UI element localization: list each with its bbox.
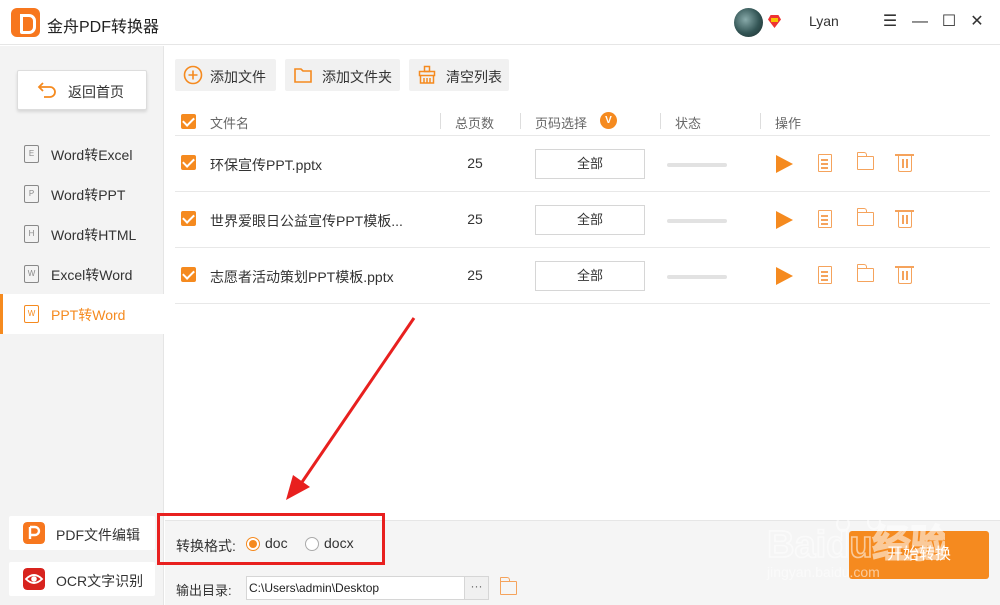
- ppt-file-icon: P: [24, 185, 39, 203]
- add-file-label: 添加文件: [210, 69, 266, 85]
- sidebar-item-label: Word转Excel: [51, 147, 133, 163]
- table-header: 文件名 总页数 页码选择 V 状态 操作: [175, 108, 990, 136]
- document-icon[interactable]: [818, 210, 832, 228]
- file-name: 环保宣传PPT.pptx: [210, 157, 323, 173]
- select-all-checkbox[interactable]: [181, 114, 196, 129]
- row-checkbox[interactable]: [181, 267, 196, 282]
- row-checkbox[interactable]: [181, 211, 196, 226]
- sidebar-item-label: Excel转Word: [51, 267, 133, 283]
- page-range-select[interactable]: 全部: [535, 205, 645, 235]
- table-row: 环保宣传PPT.pptx 25 全部: [175, 136, 990, 192]
- row-checkbox[interactable]: [181, 155, 196, 170]
- html-file-icon: H: [24, 225, 39, 243]
- username[interactable]: Lyan: [809, 13, 839, 29]
- ocr-button[interactable]: OCR文字识别: [9, 562, 155, 596]
- pdf-edit-label: PDF文件编辑: [56, 527, 140, 543]
- header-status: 状态: [675, 116, 702, 131]
- output-dir-field[interactable]: C:\Users\admin\Desktop: [246, 576, 465, 600]
- add-circle-icon: [183, 65, 203, 85]
- pdf-edit-icon: [23, 522, 45, 544]
- play-icon[interactable]: [776, 267, 793, 285]
- document-icon[interactable]: [818, 266, 832, 284]
- page-count: 25: [467, 211, 483, 227]
- sidebar-item-excel-to-word[interactable]: W Excel转Word: [0, 254, 164, 294]
- back-arrow-icon: [37, 82, 56, 98]
- add-folder-label: 添加文件夹: [322, 69, 392, 85]
- open-output-folder-icon[interactable]: [499, 577, 517, 595]
- page-range-select[interactable]: 全部: [535, 149, 645, 179]
- pdf-edit-button[interactable]: PDF文件编辑: [9, 516, 155, 550]
- open-folder-icon[interactable]: [856, 264, 874, 282]
- sidebar-item-word-to-excel[interactable]: E Word转Excel: [0, 134, 164, 174]
- browse-button[interactable]: ···: [465, 576, 489, 600]
- open-folder-icon[interactable]: [856, 208, 874, 226]
- range-vip-badge-icon[interactable]: V: [600, 112, 617, 129]
- header-pages: 总页数: [455, 116, 495, 131]
- word-file-icon: W: [24, 265, 39, 283]
- status-progress-bar: [667, 163, 727, 167]
- file-name: 世界爱眼日公益宣传PPT模板...: [210, 213, 403, 229]
- page-count: 25: [467, 267, 483, 283]
- menu-icon[interactable]: ☰: [880, 12, 900, 32]
- word-file-icon: W: [24, 305, 39, 323]
- clear-list-label: 清空列表: [446, 69, 502, 85]
- page-count: 25: [467, 155, 483, 171]
- maximize-button[interactable]: ☐: [939, 12, 959, 32]
- sidebar-item-ppt-to-word[interactable]: W PPT转Word: [0, 294, 164, 334]
- brush-icon: [418, 65, 436, 84]
- folder-icon: [294, 68, 312, 83]
- output-dir-label: 输出目录:: [176, 583, 232, 598]
- page-range-select[interactable]: 全部: [535, 261, 645, 291]
- header-actions: 操作: [775, 116, 802, 131]
- clear-list-button[interactable]: 清空列表: [409, 59, 509, 91]
- sidebar-item-label: PPT转Word: [51, 307, 126, 323]
- file-name: 志愿者活动策划PPT模板.pptx: [210, 269, 394, 285]
- sidebar: 返回首页 E Word转Excel P Word转PPT H Word转HTML…: [0, 46, 164, 605]
- sidebar-item-label: Word转PPT: [51, 187, 126, 203]
- back-home-button[interactable]: 返回首页: [17, 70, 147, 110]
- table-row: 世界爱眼日公益宣传PPT模板... 25 全部: [175, 192, 990, 248]
- excel-file-icon: E: [24, 145, 39, 163]
- table-row: 志愿者活动策划PPT模板.pptx 25 全部: [175, 248, 990, 304]
- trash-icon[interactable]: [895, 210, 914, 228]
- close-button[interactable]: ✕: [967, 12, 987, 32]
- ocr-eye-icon: [23, 568, 45, 590]
- open-folder-icon[interactable]: [856, 152, 874, 170]
- sidebar-item-word-to-ppt[interactable]: P Word转PPT: [0, 174, 164, 214]
- document-icon[interactable]: [818, 154, 832, 172]
- add-folder-button[interactable]: 添加文件夹: [285, 59, 400, 91]
- back-home-label: 返回首页: [68, 84, 124, 100]
- user-avatar[interactable]: [734, 8, 763, 37]
- app-title: 金舟PDF转换器: [47, 19, 160, 36]
- start-convert-button[interactable]: 开始转换: [849, 531, 989, 579]
- title-bar: 金舟PDF转换器 Lyan ☰ — ☐ ✕: [0, 0, 1000, 45]
- trash-icon[interactable]: [895, 266, 914, 284]
- sidebar-item-word-to-html[interactable]: H Word转HTML: [0, 214, 164, 254]
- header-page-range: 页码选择: [535, 116, 588, 131]
- add-file-button[interactable]: 添加文件: [175, 59, 276, 91]
- vip-badge-icon: [768, 15, 781, 28]
- play-icon[interactable]: [776, 155, 793, 173]
- annotation-highlight-box: [157, 513, 385, 565]
- header-filename: 文件名: [210, 116, 250, 131]
- sidebar-item-label: Word转HTML: [51, 227, 137, 243]
- status-progress-bar: [667, 219, 727, 223]
- play-icon[interactable]: [776, 211, 793, 229]
- status-progress-bar: [667, 275, 727, 279]
- minimize-button[interactable]: —: [910, 12, 930, 32]
- trash-icon[interactable]: [895, 154, 914, 172]
- app-logo-icon: [11, 8, 40, 37]
- ocr-label: OCR文字识别: [56, 573, 144, 589]
